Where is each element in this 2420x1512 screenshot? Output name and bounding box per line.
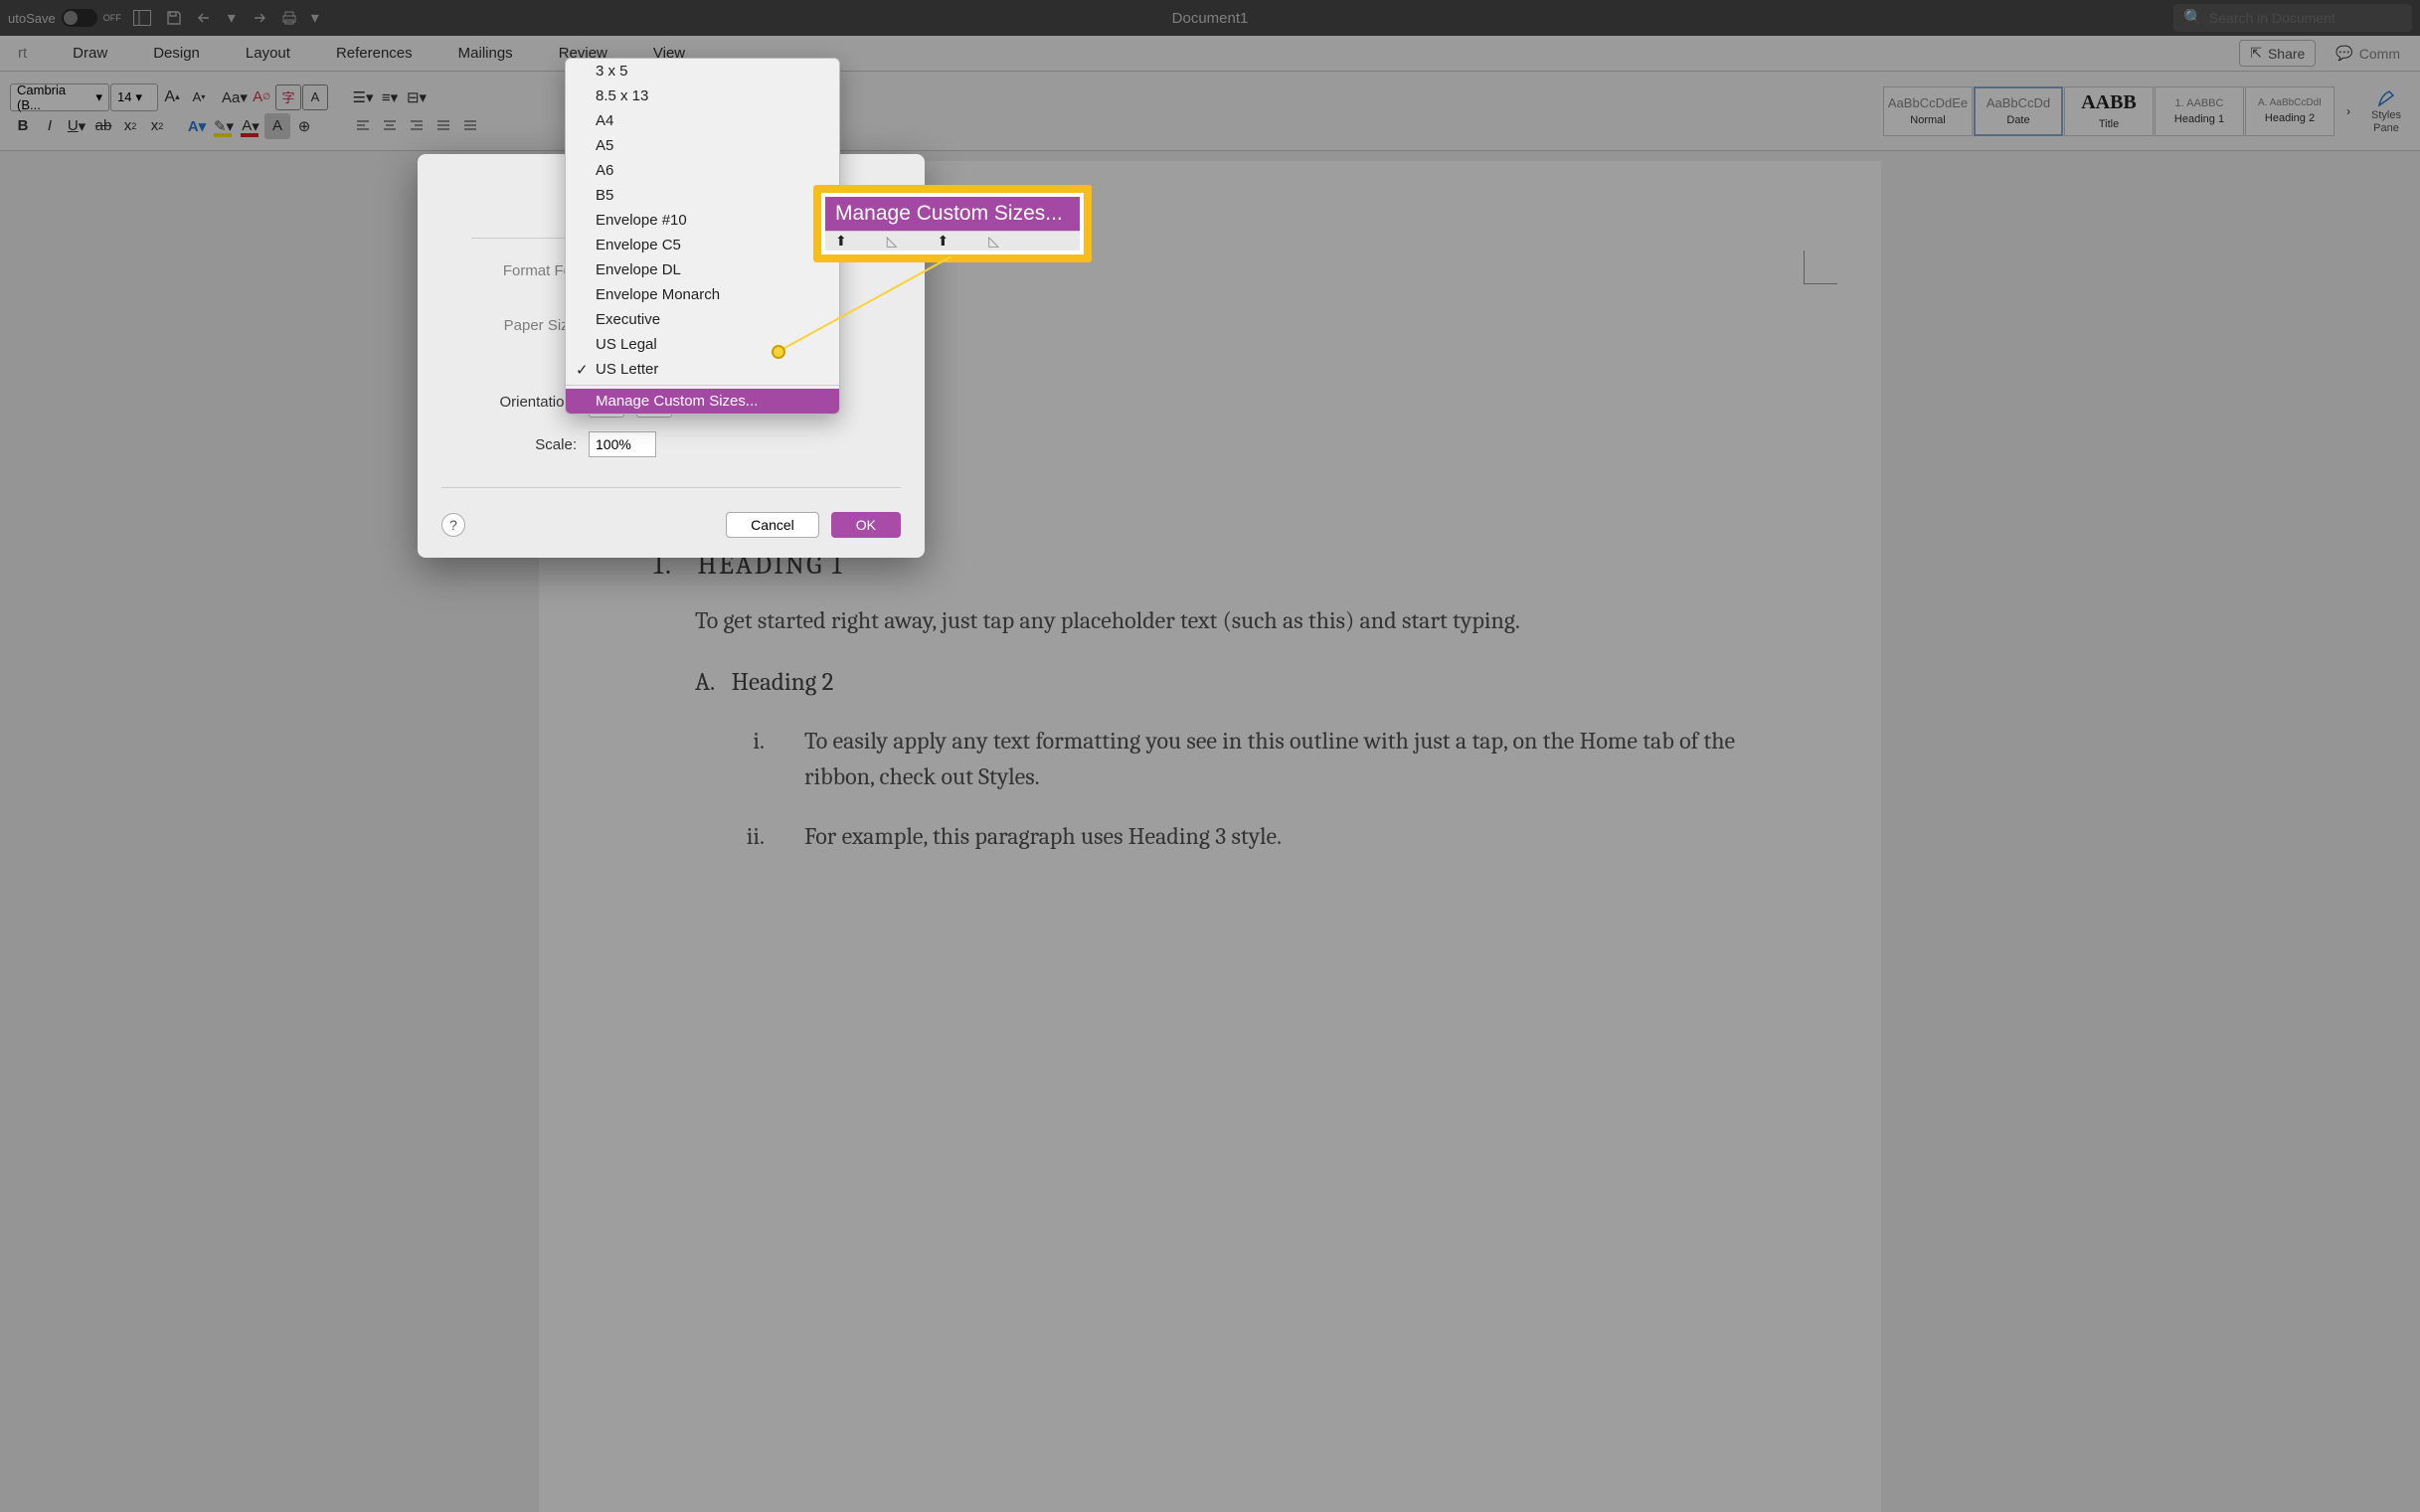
callout-text: Manage Custom Sizes... <box>825 197 1080 231</box>
dropdown-item[interactable]: 8.5 x 13 <box>566 84 839 108</box>
dropdown-item[interactable]: Executive <box>566 307 839 332</box>
separator <box>566 385 839 386</box>
dropdown-item[interactable]: Envelope DL <box>566 257 839 282</box>
dropdown-item[interactable]: US Letter <box>566 357 839 382</box>
dropdown-item[interactable]: A6 <box>566 158 839 183</box>
paper-size-label: Paper Size <box>447 317 577 334</box>
dropdown-item[interactable]: Envelope C5 <box>566 233 839 257</box>
dropdown-item[interactable]: Envelope #10 <box>566 208 839 233</box>
manage-custom-sizes-item[interactable]: Manage Custom Sizes... <box>566 389 839 414</box>
scale-value: 100% <box>596 436 631 452</box>
dropdown-item[interactable]: B5 <box>566 183 839 208</box>
separator <box>441 487 901 488</box>
help-button[interactable]: ? <box>441 513 465 537</box>
orientation-label: Orientation: <box>447 394 577 411</box>
dropdown-item[interactable]: 3 x 5 <box>566 59 839 84</box>
paper-size-dropdown: 3 x 5 8.5 x 13 A4 A5 A6 B5 Envelope #10 … <box>565 58 840 415</box>
arrow-up-icon: ⬆ <box>835 233 847 250</box>
format-for-label: Format For <box>447 262 577 279</box>
cancel-button[interactable]: Cancel <box>726 512 819 538</box>
dropdown-item[interactable]: A4 <box>566 108 839 133</box>
dropdown-item[interactable]: Envelope Monarch <box>566 282 839 307</box>
scale-label: Scale: <box>447 436 577 453</box>
arrow-up-icon: ⬆ <box>938 233 950 250</box>
page-icon: ◺ <box>988 233 999 250</box>
dropdown-item[interactable]: A5 <box>566 133 839 158</box>
ok-button[interactable]: OK <box>831 512 901 538</box>
highlight-dot <box>772 345 785 359</box>
dim-overlay <box>0 0 2420 1512</box>
scale-input[interactable]: 100% <box>589 431 656 457</box>
highlight-callout: Manage Custom Sizes... ⬆ ◺ ⬆ ◺ <box>813 185 1092 262</box>
callout-icons: ⬆ ◺ ⬆ ◺ <box>825 231 1080 251</box>
page-icon: ◺ <box>887 233 898 250</box>
dropdown-item[interactable]: US Legal <box>566 332 839 357</box>
